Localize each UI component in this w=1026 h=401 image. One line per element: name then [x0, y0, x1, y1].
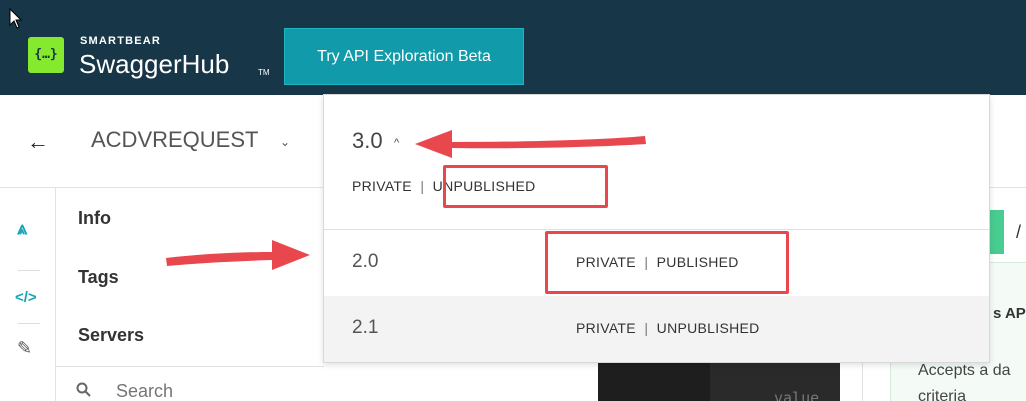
version-option[interactable]: 2.1 PRIVATE | UNPUBLISHED [324, 296, 989, 362]
brand-smartbear: SMARTBEAR [80, 35, 162, 47]
back-arrow-icon[interactable]: ← [27, 129, 49, 155]
search-input[interactable] [116, 381, 266, 401]
brand-swaggerhub[interactable]: SwaggerHub [79, 49, 229, 80]
operation-title: s AP [993, 305, 1026, 322]
method-badge[interactable] [990, 210, 1004, 254]
version-option-label: 2.1 [352, 317, 379, 338]
chevron-down-icon[interactable]: ⌄ [280, 135, 290, 149]
current-version[interactable]: 3.0 [352, 128, 383, 154]
nav-item-info[interactable]: Info [78, 208, 111, 229]
swaggerhub-logo-icon[interactable]: {…} [28, 37, 64, 73]
current-version-header[interactable]: 3.0 ^ PRIVATE | UNPUBLISHED [324, 95, 989, 230]
editor-gutter [598, 362, 710, 401]
nav-item-servers[interactable]: Servers [78, 325, 144, 346]
version-dropdown: 3.0 ^ PRIVATE | UNPUBLISHED 2.0 PRIVATE … [323, 94, 990, 363]
brand-trademark: TM [258, 68, 270, 77]
version-option-status: PRIVATE | UNPUBLISHED [576, 320, 760, 336]
rail-divider [18, 270, 40, 271]
method-badge-label: / [1016, 222, 1022, 242]
mouse-cursor-icon [9, 8, 23, 29]
api-name-selector[interactable]: ACDVREQUEST [91, 127, 258, 153]
try-api-exploration-button[interactable]: Try API Exploration Beta [284, 28, 524, 85]
code-icon[interactable]: </> [15, 289, 37, 306]
nav-item-tags[interactable]: Tags [78, 267, 119, 288]
annotation-highlight-box [443, 165, 608, 208]
edit-icon[interactable]: ✎ [17, 338, 32, 359]
design-icon[interactable]: ⩓ [17, 218, 27, 239]
nav-search [56, 366, 324, 401]
operation-description-cont: criteria [918, 388, 967, 401]
chevron-up-icon[interactable]: ^ [394, 137, 399, 149]
navigation-panel: Info Tags Servers [56, 188, 324, 366]
search-icon [76, 382, 91, 397]
annotation-highlight-box [545, 231, 789, 294]
rail-divider [18, 323, 40, 324]
operation-description: Accepts a da [918, 362, 1011, 379]
editor-text: value [774, 389, 820, 401]
version-option-label: 2.0 [352, 251, 379, 272]
